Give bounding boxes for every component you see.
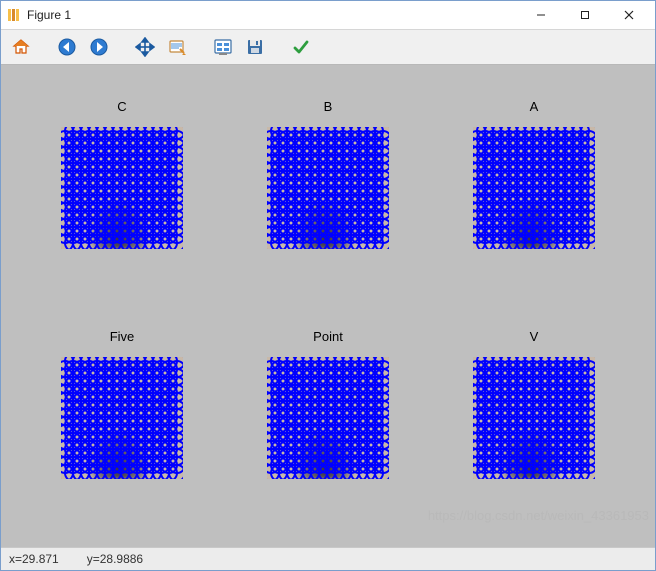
back-button[interactable] (53, 33, 81, 61)
titlebar: Figure 1 (1, 1, 655, 30)
edit-button[interactable] (287, 33, 315, 61)
save-button[interactable] (241, 33, 269, 61)
window-title: Figure 1 (27, 8, 519, 22)
subplot-1: B (225, 69, 431, 299)
subplot-title: C (117, 99, 126, 115)
close-button[interactable] (607, 2, 651, 28)
maximize-button[interactable] (563, 2, 607, 28)
subplot-3: Five (19, 299, 225, 529)
subplot-grid: C B A Five Point V (19, 69, 637, 529)
subplot-image (473, 357, 595, 479)
minimize-button[interactable] (519, 2, 563, 28)
zoom-button[interactable] (163, 33, 191, 61)
keypoint-overlay (473, 357, 595, 479)
subplot-0: C (19, 69, 225, 299)
keypoint-overlay (473, 127, 595, 249)
subplot-title: V (530, 329, 539, 345)
status-x: x=29.871 (9, 552, 59, 566)
subplot-5: V (431, 299, 637, 529)
pan-button[interactable] (131, 33, 159, 61)
subplot-2: A (431, 69, 637, 299)
toolbar (1, 30, 655, 65)
keypoint-overlay (267, 127, 389, 249)
subplot-image (267, 357, 389, 479)
subplot-image (61, 357, 183, 479)
keypoint-overlay (61, 357, 183, 479)
subplot-title: B (324, 99, 333, 115)
home-button[interactable] (7, 33, 35, 61)
subplot-image (473, 127, 595, 249)
status-y: y=28.9886 (87, 552, 143, 566)
keypoint-overlay (61, 127, 183, 249)
subplot-title: A (530, 99, 539, 115)
keypoint-overlay (267, 357, 389, 479)
subplot-image (267, 127, 389, 249)
subplot-title: Point (313, 329, 343, 345)
app-icon (5, 7, 21, 23)
figure-window: Figure 1 (0, 0, 656, 571)
subplots-button[interactable] (209, 33, 237, 61)
subplot-title: Five (110, 329, 135, 345)
forward-button[interactable] (85, 33, 113, 61)
figure-canvas[interactable]: CBAFivePointV https://blog.csdn.net/weix… (1, 65, 655, 547)
subplot-4: Point (225, 299, 431, 529)
subplot-image (61, 127, 183, 249)
statusbar: x=29.871 y=28.9886 (1, 547, 655, 570)
